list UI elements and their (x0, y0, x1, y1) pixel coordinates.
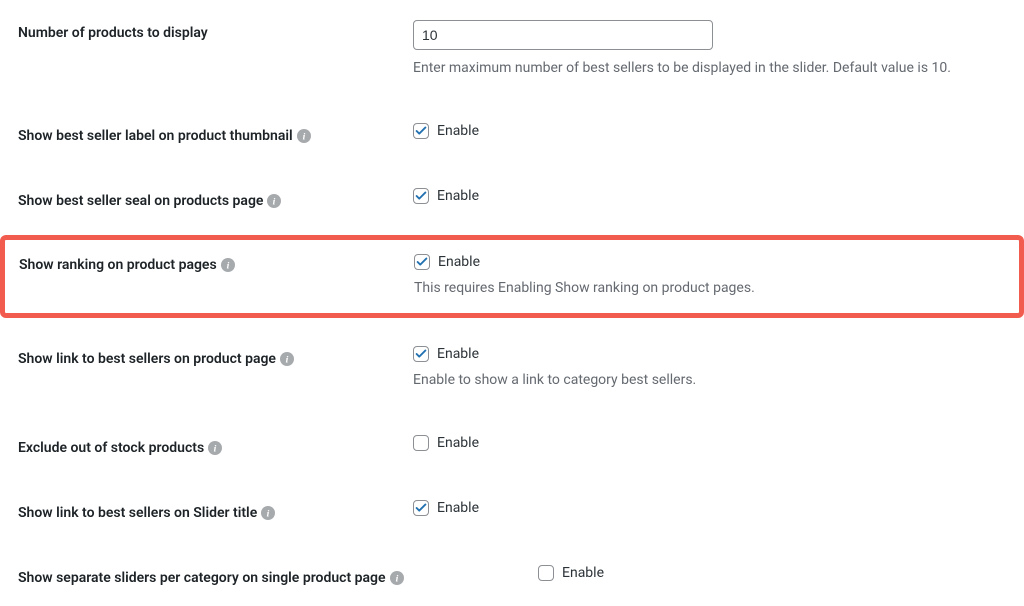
setting-row-exclude-oos: Exclude out of stock products i Enable (18, 435, 1006, 456)
label-text: Show link to best sellers on Slider titl… (18, 505, 257, 521)
checkbox-label: Enable (437, 346, 479, 362)
control-link-product-page: Enable Enable to show a link to category… (413, 346, 1006, 391)
svg-text:i: i (214, 444, 217, 455)
svg-text:i: i (395, 574, 398, 585)
label-text: Show best seller label on product thumbn… (18, 128, 293, 144)
link-product-page-description: Enable to show a link to category best s… (413, 370, 1006, 391)
label-ranking-product-pages: Show ranking on product pages i (19, 254, 414, 273)
svg-text:i: i (286, 355, 289, 366)
info-icon[interactable]: i (261, 506, 275, 520)
svg-text:i: i (273, 197, 276, 208)
setting-row-link-slider-title: Show link to best sellers on Slider titl… (18, 500, 1006, 521)
setting-row-seal-products-page: Show best seller seal on products page i… (18, 188, 1006, 209)
info-icon[interactable]: i (221, 258, 235, 272)
control-num-products: Enter maximum number of best sellers to … (413, 20, 1006, 79)
label-link-product-page: Show link to best sellers on product pag… (18, 346, 413, 367)
ranking-description: This requires Enabling Show ranking on p… (414, 278, 1005, 299)
checkbox-label: Enable (437, 123, 479, 139)
label-text: Show ranking on product pages (19, 257, 217, 273)
control-exclude-oos: Enable (413, 435, 1006, 451)
checkbox-label: Enable (437, 435, 479, 451)
seal-products-page-checkbox[interactable] (413, 188, 429, 204)
svg-text:i: i (267, 509, 270, 520)
control-seal-products-page: Enable (413, 188, 1006, 204)
ranking-product-pages-checkbox[interactable] (414, 254, 430, 270)
num-products-description: Enter maximum number of best sellers to … (413, 58, 1006, 79)
setting-row-num-products: Number of products to display Enter maxi… (18, 20, 1006, 79)
control-ranking-product-pages: Enable This requires Enabling Show ranki… (414, 254, 1005, 299)
highlight-ranking-product-pages: Show ranking on product pages i Enable T… (0, 235, 1024, 318)
setting-row-ranking-product-pages: Show ranking on product pages i Enable T… (19, 254, 1005, 299)
control-link-slider-title: Enable (413, 500, 1006, 516)
info-icon[interactable]: i (297, 129, 311, 143)
num-products-input[interactable] (413, 20, 713, 50)
checkbox-label: Enable (562, 565, 604, 581)
control-label-thumbnail: Enable (413, 123, 1006, 139)
info-icon[interactable]: i (267, 194, 281, 208)
label-text: Exclude out of stock products (18, 440, 204, 456)
link-product-page-checkbox[interactable] (413, 346, 429, 362)
setting-row-link-product-page: Show link to best sellers on product pag… (18, 346, 1006, 391)
label-link-slider-title: Show link to best sellers on Slider titl… (18, 500, 413, 521)
label-thumbnail-label: Show best seller label on product thumbn… (18, 123, 413, 144)
label-num-products: Number of products to display (18, 20, 413, 41)
label-separate-sliders: Show separate sliders per category on si… (18, 565, 538, 586)
label-thumbnail-checkbox[interactable] (413, 123, 429, 139)
info-icon[interactable]: i (208, 441, 222, 455)
svg-text:i: i (302, 132, 305, 143)
setting-row-separate-sliders: Show separate sliders per category on si… (18, 565, 1006, 586)
svg-text:i: i (226, 261, 229, 272)
label-text: Show best seller seal on products page (18, 193, 263, 209)
label-exclude-oos: Exclude out of stock products i (18, 435, 413, 456)
info-icon[interactable]: i (390, 571, 404, 585)
control-separate-sliders: Enable (538, 565, 1006, 581)
setting-row-label-thumbnail: Show best seller label on product thumbn… (18, 123, 1006, 144)
label-text: Number of products to display (18, 25, 208, 41)
checkbox-label: Enable (437, 188, 479, 204)
label-text: Show separate sliders per category on si… (18, 570, 386, 586)
checkbox-label: Enable (438, 254, 480, 270)
checkbox-label: Enable (437, 500, 479, 516)
separate-sliders-checkbox[interactable] (538, 565, 554, 581)
info-icon[interactable]: i (280, 352, 294, 366)
label-seal-products-page: Show best seller seal on products page i (18, 188, 413, 209)
exclude-oos-checkbox[interactable] (413, 435, 429, 451)
link-slider-title-checkbox[interactable] (413, 500, 429, 516)
label-text: Show link to best sellers on product pag… (18, 351, 276, 367)
